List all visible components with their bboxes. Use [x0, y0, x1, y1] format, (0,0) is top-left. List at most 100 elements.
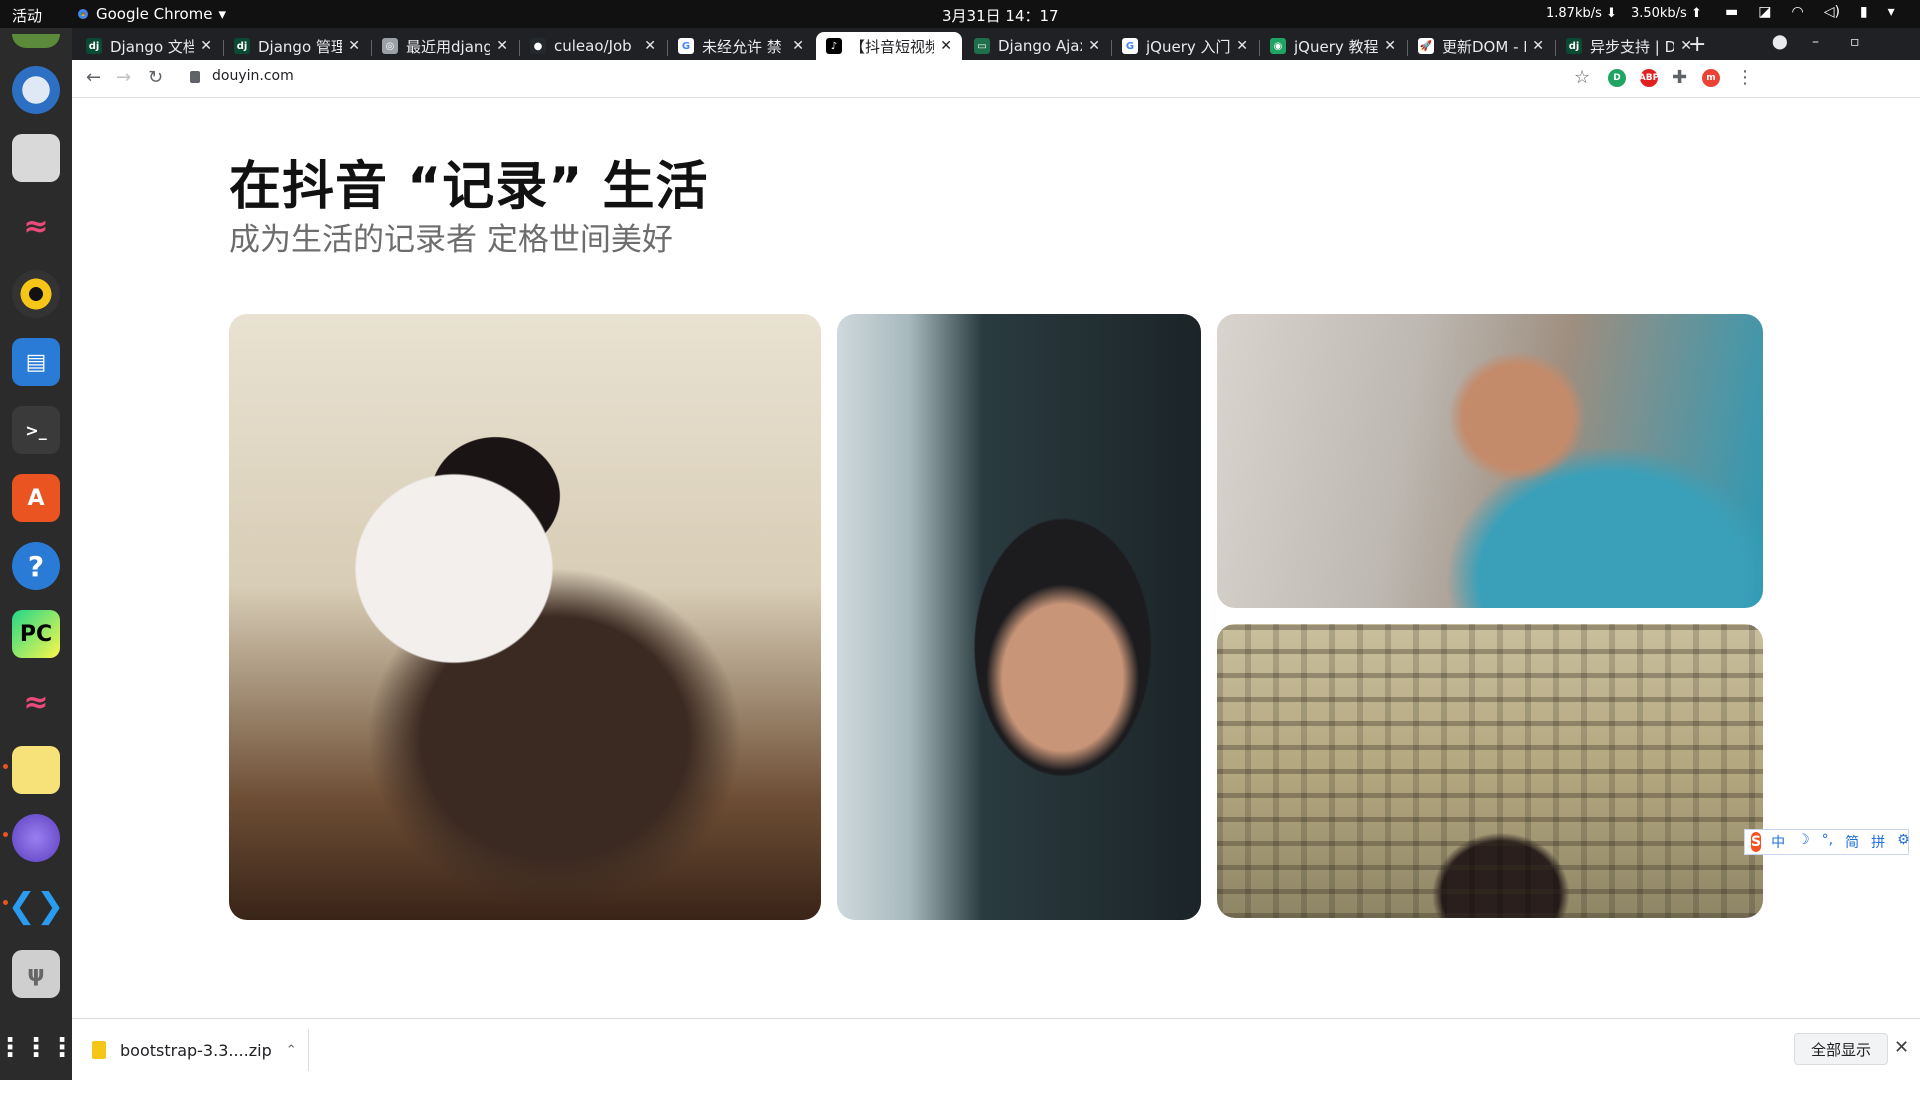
- tab-title: 最近用django: [406, 37, 491, 56]
- download-item[interactable]: bootstrap-3.3....zip ⌃: [92, 1033, 297, 1067]
- writer-document-icon[interactable]: ▤: [12, 338, 60, 386]
- pycharm-icon[interactable]: PC: [12, 610, 60, 658]
- tab-title: 异步支持 | D: [1590, 37, 1675, 56]
- dock: ≈ ▤ >_ A ? PC ≈ ❮❯ ψ ⋮⋮⋮: [0, 28, 75, 1080]
- app-grid-icon[interactable]: ⋮⋮⋮: [0, 1024, 75, 1072]
- tab-close-icon[interactable]: ✕: [1236, 38, 1248, 54]
- tab-6[interactable]: ♪ 【抖音短视频 ✕: [816, 32, 962, 60]
- tab-close-icon[interactable]: ✕: [1532, 38, 1544, 54]
- tab-close-icon[interactable]: ✕: [792, 38, 804, 54]
- tab-7[interactable]: ▭ Django Ajax ✕: [964, 32, 1110, 60]
- restore-button[interactable]: ▫: [1850, 34, 1860, 50]
- page-subheadline: 成为生活的记录者 定格世间美好: [229, 222, 673, 258]
- lock-icon[interactable]: [190, 71, 200, 83]
- tab-search-icon[interactable]: ⬤: [1772, 34, 1788, 50]
- activities-button[interactable]: 活动: [12, 5, 42, 26]
- tab-close-icon[interactable]: ✕: [496, 38, 508, 54]
- ime-item-3[interactable]: °,: [1822, 832, 1833, 852]
- download-speed: 1.87kb/s: [1546, 6, 1602, 21]
- ime-item-1[interactable]: 中: [1771, 832, 1785, 852]
- video-card-apartment-building[interactable]: [1217, 624, 1763, 918]
- kingfisher-app-icon-2[interactable]: ≈: [12, 678, 60, 726]
- app-menu[interactable]: Google Chrome ▾: [76, 5, 226, 23]
- tab-2[interactable]: dj Django 管理 ✕: [224, 32, 370, 60]
- network-app-icon[interactable]: [12, 814, 60, 862]
- extension-green-icon[interactable]: D: [1608, 69, 1626, 87]
- tab-11[interactable]: dj 异步支持 | D ✕: [1556, 32, 1702, 60]
- download-filename[interactable]: bootstrap-3.3....zip: [120, 1041, 272, 1060]
- tab-separator: [667, 40, 668, 56]
- ime-item-2[interactable]: ☽: [1797, 832, 1810, 852]
- tab-separator: [371, 40, 372, 56]
- video-card-cat[interactable]: [229, 314, 821, 920]
- tab-5[interactable]: G 未经允许 禁 ✕: [668, 32, 814, 60]
- usb-drive-icon[interactable]: ψ: [12, 950, 60, 998]
- tab-favicon-icon: dj: [1566, 38, 1582, 54]
- arrow-down-icon: ⬇: [1606, 6, 1617, 21]
- tab-10[interactable]: 🚀 更新DOM - I ✕: [1408, 32, 1554, 60]
- forward-button[interactable]: →: [116, 67, 131, 88]
- minimize-button[interactable]: –: [1812, 34, 1819, 50]
- url-text[interactable]: douyin.com: [212, 68, 294, 84]
- address-bar[interactable]: douyin.com: [190, 68, 294, 84]
- thunderbird-icon[interactable]: [12, 66, 60, 114]
- chevron-up-icon[interactable]: ⌃: [286, 1043, 297, 1058]
- system-tray[interactable]: ▬ ◪ ◠ ◁) ▮ ▾: [1725, 4, 1895, 20]
- sticky-notes-icon[interactable]: [12, 746, 60, 794]
- chrome-dock-icon[interactable]: [12, 34, 60, 48]
- ime-item-6[interactable]: ⚙: [1897, 832, 1910, 852]
- tab-close-icon[interactable]: ✕: [644, 38, 656, 54]
- tab-title: Django 文档: [110, 37, 195, 56]
- kingfisher-app-icon[interactable]: ≈: [12, 202, 60, 250]
- video-card-hand-gesture[interactable]: [1217, 314, 1763, 608]
- browser-toolbar: ← → ↻ douyin.com ☆ D ABP ✚ m ⋮: [72, 60, 1920, 98]
- tab-favicon-icon: ▭: [974, 38, 990, 54]
- wifi-icon[interactable]: ◠: [1791, 4, 1803, 20]
- extensions-puzzle-icon[interactable]: ✚: [1672, 67, 1687, 88]
- clock[interactable]: 3月31日 14：17: [942, 5, 1059, 26]
- rhythmbox-icon[interactable]: [12, 270, 60, 318]
- help-icon[interactable]: ?: [12, 542, 60, 590]
- tab-close-icon[interactable]: ✕: [348, 38, 360, 54]
- software-center-icon[interactable]: A: [12, 474, 60, 522]
- reload-button[interactable]: ↻: [148, 67, 163, 88]
- vscode-icon[interactable]: ❮❯: [8, 882, 65, 930]
- ime-item-5[interactable]: 拼: [1871, 832, 1885, 852]
- tab-3[interactable]: ◎ 最近用django ✕: [372, 32, 518, 60]
- files-icon[interactable]: [12, 134, 60, 182]
- tab-separator: [1407, 40, 1408, 56]
- adblock-icon[interactable]: ABP: [1639, 69, 1659, 87]
- terminal-icon[interactable]: >_: [12, 406, 60, 454]
- back-button[interactable]: ←: [86, 67, 101, 88]
- tab-close-icon[interactable]: ✕: [1384, 38, 1396, 54]
- ime-item-4[interactable]: 简: [1845, 832, 1859, 852]
- tab-title: Django Ajax: [998, 37, 1083, 55]
- tab-favicon-icon: ●: [530, 38, 546, 54]
- tab-favicon-icon: G: [678, 38, 694, 54]
- download-bar: bootstrap-3.3....zip ⌃ 全部显示 ✕: [72, 1018, 1920, 1080]
- tab-9[interactable]: ◉ jQuery 教程 ✕: [1260, 32, 1406, 60]
- new-tab-button[interactable]: +: [1688, 32, 1706, 57]
- chrome-menu-icon[interactable]: ⋮: [1736, 67, 1754, 88]
- ime-toolbar[interactable]: S 中 ☽ °, 简拼 ⚙: [1744, 829, 1910, 855]
- tab-4[interactable]: ● culeao/Job ✕: [520, 32, 666, 60]
- keyboard-icon[interactable]: ▬: [1725, 4, 1738, 20]
- tab-close-icon[interactable]: ✕: [200, 38, 212, 54]
- volume-icon[interactable]: ◁): [1824, 4, 1840, 20]
- running-indicator: [3, 832, 8, 837]
- video-card-woman[interactable]: [837, 314, 1201, 920]
- app-name: Google Chrome: [96, 5, 213, 23]
- bookmark-star-icon[interactable]: ☆: [1574, 67, 1590, 88]
- battery-icon[interactable]: ▮: [1860, 4, 1868, 20]
- show-all-downloads-button[interactable]: 全部显示: [1794, 1033, 1889, 1065]
- tab-1[interactable]: dj Django 文档 ✕: [76, 32, 222, 60]
- tab-favicon-icon: dj: [86, 38, 102, 54]
- zip-file-icon: [92, 1041, 106, 1059]
- profile-avatar[interactable]: m: [1702, 69, 1720, 87]
- screen-icon[interactable]: ◪: [1758, 4, 1771, 20]
- tab-close-icon[interactable]: ✕: [940, 38, 952, 54]
- tab-8[interactable]: GjQuery 入门 ✕: [1112, 32, 1258, 60]
- tab-close-icon[interactable]: ✕: [1088, 38, 1100, 54]
- power-menu-icon[interactable]: ▾: [1888, 4, 1895, 20]
- close-download-bar-button[interactable]: ✕: [1894, 1037, 1909, 1058]
